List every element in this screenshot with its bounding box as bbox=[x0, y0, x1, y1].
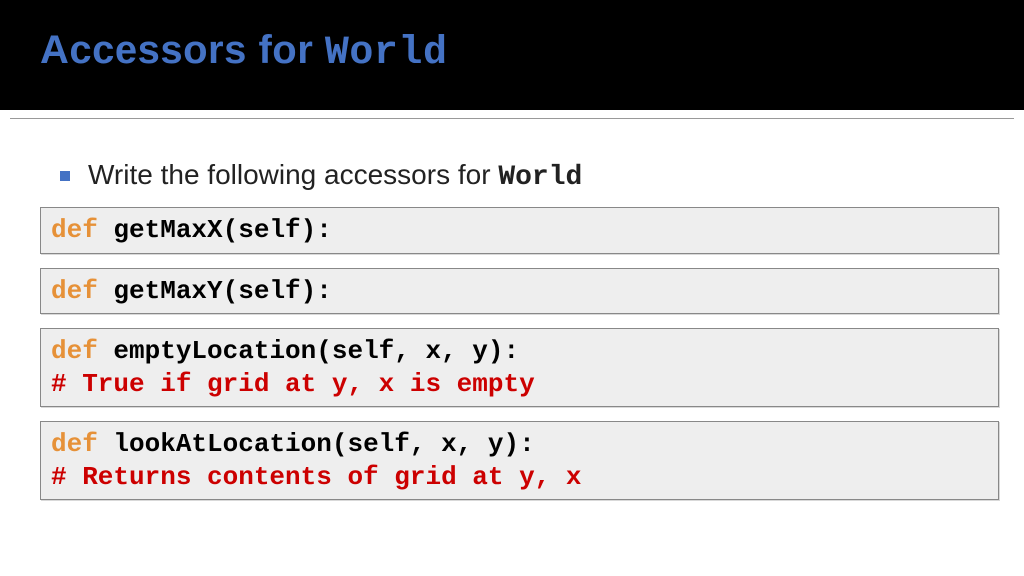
slide-title: Accessors for World bbox=[40, 28, 984, 76]
code-box-3: def lookAtLocation(self, x, y): # Return… bbox=[40, 421, 999, 500]
bullet-prefix: Write the following accessors for bbox=[88, 159, 498, 190]
signature: emptyLocation(self, x, y): bbox=[113, 336, 519, 366]
code-box-1: def getMaxY(self): bbox=[40, 268, 999, 315]
slide-header: Accessors for World bbox=[0, 0, 1024, 110]
slide-content: Write the following accessors for World … bbox=[0, 119, 1024, 500]
code-box-2: def emptyLocation(self, x, y): # True if… bbox=[40, 328, 999, 407]
comment: # True if grid at y, x is empty bbox=[51, 368, 988, 401]
bullet-text: Write the following accessors for World bbox=[88, 159, 582, 193]
comment: # Returns contents of grid at y, x bbox=[51, 461, 988, 494]
bullet-row: Write the following accessors for World bbox=[60, 159, 979, 193]
bullet-icon bbox=[60, 171, 70, 181]
keyword: def bbox=[51, 429, 113, 459]
signature: lookAtLocation(self, x, y): bbox=[113, 429, 534, 459]
keyword: def bbox=[51, 276, 113, 306]
keyword: def bbox=[51, 336, 113, 366]
signature: getMaxY(self): bbox=[113, 276, 331, 306]
keyword: def bbox=[51, 215, 113, 245]
bullet-code: World bbox=[498, 162, 582, 193]
code-box-0: def getMaxX(self): bbox=[40, 207, 999, 254]
signature: getMaxX(self): bbox=[113, 215, 331, 245]
title-prefix: Accessors for bbox=[40, 28, 325, 72]
title-code: World bbox=[325, 31, 448, 76]
